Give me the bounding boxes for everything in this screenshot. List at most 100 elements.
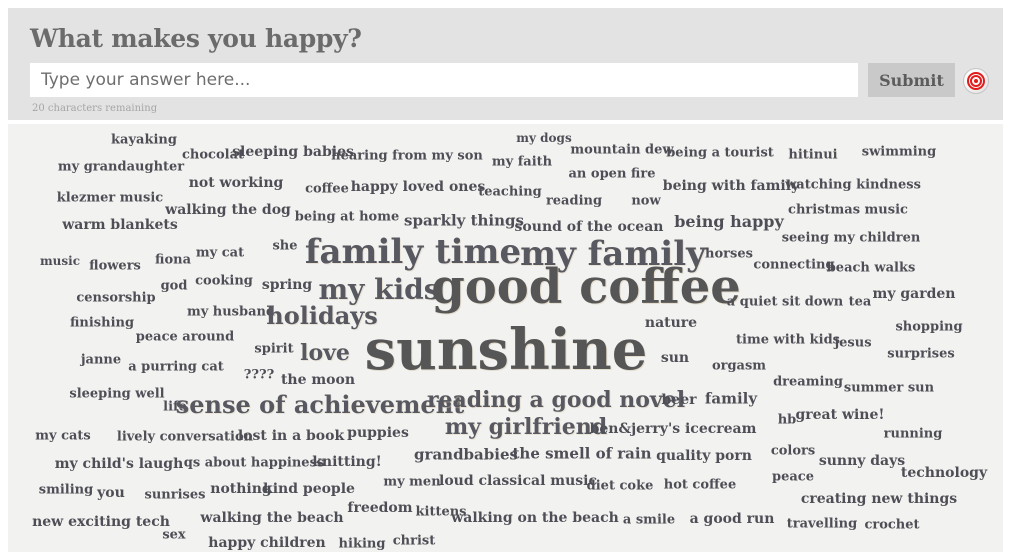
- cloud-word[interactable]: walking the beach: [200, 511, 343, 525]
- cloud-word[interactable]: sound of the ocean: [515, 220, 664, 234]
- cloud-word[interactable]: christ: [393, 535, 435, 548]
- cloud-word[interactable]: diet coke: [587, 480, 654, 493]
- cloud-word[interactable]: colors: [771, 445, 815, 458]
- cloud-word[interactable]: my child's laugh: [55, 457, 184, 471]
- cloud-word[interactable]: mountain dew: [570, 144, 673, 157]
- cloud-word[interactable]: sun: [661, 351, 689, 365]
- cloud-word[interactable]: finishing: [70, 317, 134, 330]
- cloud-word[interactable]: jesus: [834, 337, 871, 350]
- cloud-word[interactable]: walking on the beach: [451, 511, 619, 525]
- cloud-word[interactable]: qs about happiness: [184, 457, 324, 470]
- cloud-word[interactable]: teaching: [478, 186, 542, 199]
- submit-button[interactable]: Submit: [868, 63, 955, 97]
- cloud-word[interactable]: summer sun: [844, 382, 934, 395]
- cloud-word[interactable]: hot coffee: [664, 479, 736, 492]
- cloud-word[interactable]: lost in a book: [238, 429, 344, 443]
- cloud-word[interactable]: kayaking: [111, 134, 177, 147]
- cloud-word[interactable]: censorship: [76, 292, 155, 305]
- cloud-word[interactable]: sparkly things: [404, 213, 524, 229]
- cloud-word[interactable]: flowers: [89, 260, 141, 273]
- cloud-word[interactable]: travelling: [787, 518, 857, 531]
- cloud-word[interactable]: my dogs: [516, 132, 571, 144]
- cloud-word[interactable]: sex: [162, 529, 185, 542]
- cloud-word[interactable]: walking the dog: [165, 203, 291, 217]
- cloud-word[interactable]: freedom: [347, 501, 412, 515]
- cloud-word[interactable]: sense of achievement: [176, 393, 464, 417]
- cloud-word[interactable]: loud classical music: [439, 474, 597, 488]
- cloud-word[interactable]: connecting: [753, 259, 834, 272]
- cloud-word[interactable]: technology: [901, 466, 987, 480]
- cloud-word[interactable]: reading a good novel: [427, 389, 685, 411]
- cloud-word[interactable]: being a tourist: [666, 147, 774, 160]
- cloud-word[interactable]: sunny days: [819, 454, 905, 468]
- cloud-word[interactable]: family: [705, 391, 757, 407]
- cloud-word[interactable]: peace: [772, 471, 814, 484]
- cloud-word[interactable]: seeing my children: [782, 232, 921, 245]
- cloud-word[interactable]: a smile: [623, 514, 675, 527]
- cloud-word[interactable]: the moon: [281, 373, 355, 387]
- cloud-word[interactable]: ????: [244, 369, 274, 382]
- target-bullseye-icon[interactable]: [963, 68, 989, 94]
- cloud-word[interactable]: being at home: [295, 211, 399, 224]
- cloud-word[interactable]: grandbabies: [414, 447, 518, 463]
- cloud-word[interactable]: kind people: [263, 482, 355, 496]
- cloud-word[interactable]: my garden: [873, 287, 956, 301]
- cloud-word[interactable]: watching kindness: [785, 179, 921, 192]
- cloud-word[interactable]: ben&jerry's icecream: [590, 422, 757, 436]
- cloud-word[interactable]: smiling: [39, 484, 93, 497]
- cloud-word[interactable]: coffee: [305, 183, 349, 196]
- cloud-word[interactable]: now: [631, 195, 660, 208]
- cloud-word[interactable]: warm blankets: [62, 218, 178, 232]
- cloud-word[interactable]: hitinui: [788, 149, 837, 162]
- cloud-word[interactable]: peace around: [136, 331, 234, 344]
- cloud-word[interactable]: my faith: [492, 156, 552, 169]
- cloud-word[interactable]: reading: [546, 195, 602, 208]
- cloud-word[interactable]: being happy: [674, 214, 784, 230]
- cloud-word[interactable]: hb: [778, 414, 797, 427]
- cloud-word[interactable]: love: [300, 342, 350, 364]
- cloud-word[interactable]: sunshine: [365, 322, 648, 378]
- cloud-word[interactable]: tea: [849, 296, 872, 309]
- cloud-word[interactable]: an open fire: [569, 168, 656, 181]
- cloud-word[interactable]: puppies: [347, 426, 409, 440]
- cloud-word[interactable]: god: [161, 280, 188, 293]
- cloud-word[interactable]: a quiet sit down: [727, 296, 843, 309]
- cloud-word[interactable]: swimming: [862, 146, 936, 159]
- cloud-word[interactable]: you: [97, 486, 125, 500]
- cloud-word[interactable]: dreaming: [773, 376, 843, 389]
- cloud-word[interactable]: crochet: [864, 519, 919, 532]
- cloud-word[interactable]: my kids: [318, 276, 439, 304]
- cloud-word[interactable]: my men: [383, 476, 440, 489]
- cloud-word[interactable]: my cats: [35, 430, 91, 443]
- cloud-word[interactable]: janne: [81, 354, 121, 367]
- cloud-word[interactable]: music: [40, 255, 80, 267]
- cloud-word[interactable]: creating new things: [801, 492, 957, 506]
- cloud-word[interactable]: lively conversation: [117, 431, 253, 444]
- cloud-word[interactable]: a purring cat: [128, 361, 224, 374]
- cloud-word[interactable]: nature: [645, 316, 697, 330]
- cloud-word[interactable]: the smell of rain: [513, 446, 652, 462]
- cloud-word[interactable]: klezmer music: [57, 192, 163, 205]
- cloud-word[interactable]: knitting!: [312, 455, 382, 469]
- cloud-word[interactable]: hiking: [339, 538, 386, 551]
- cloud-word[interactable]: holidays: [266, 304, 377, 328]
- cloud-word[interactable]: my cat: [196, 247, 244, 260]
- cloud-word[interactable]: my husband: [187, 306, 275, 319]
- cloud-word[interactable]: beach walks: [827, 262, 916, 275]
- cloud-word[interactable]: sleeping well: [69, 388, 164, 401]
- cloud-word[interactable]: happy children: [208, 536, 325, 550]
- cloud-word[interactable]: shopping: [895, 321, 962, 334]
- cloud-word[interactable]: not working: [189, 176, 284, 190]
- cloud-word[interactable]: quality porn: [656, 449, 752, 463]
- cloud-word[interactable]: good coffee: [431, 263, 741, 311]
- cloud-word[interactable]: new exciting tech: [32, 515, 170, 529]
- cloud-word[interactable]: she: [272, 240, 297, 253]
- cloud-word[interactable]: spring: [262, 278, 312, 292]
- cloud-word[interactable]: great wine!: [795, 408, 884, 422]
- cloud-word[interactable]: happy loved ones: [351, 180, 486, 194]
- cloud-word[interactable]: sunrises: [145, 489, 206, 502]
- cloud-word[interactable]: running: [884, 428, 943, 441]
- cloud-word[interactable]: surprises: [887, 348, 954, 361]
- cloud-word[interactable]: time with kids: [736, 334, 840, 347]
- cloud-word[interactable]: a good run: [690, 512, 775, 526]
